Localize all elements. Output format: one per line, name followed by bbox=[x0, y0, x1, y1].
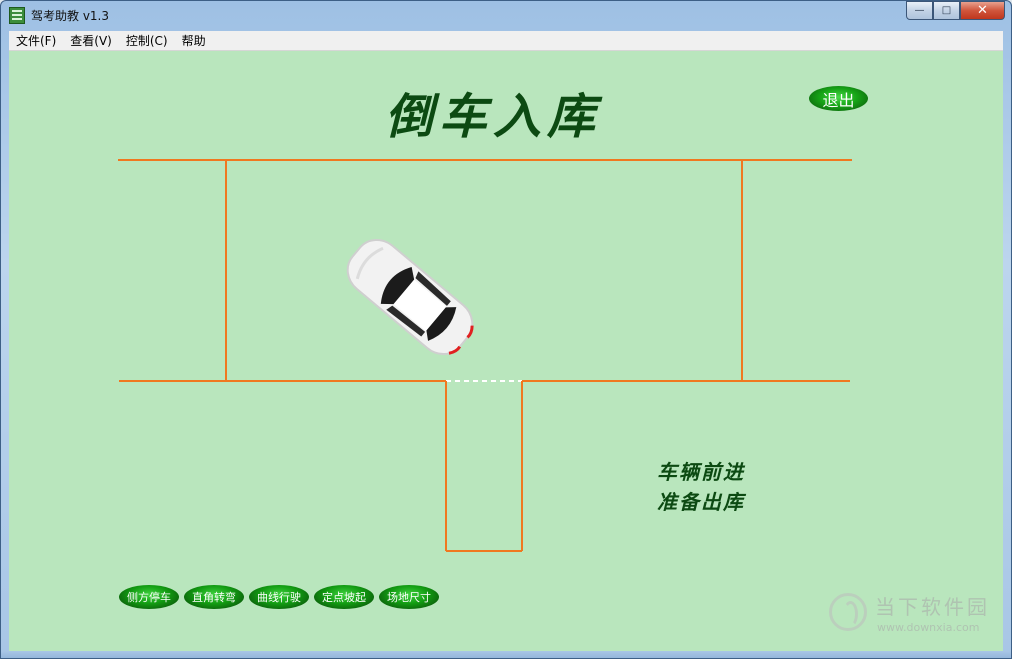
window-title: 驾考助教 v1.3 bbox=[31, 9, 110, 23]
window-controls: — □ ✕ bbox=[906, 1, 1005, 21]
menu-view[interactable]: 查看(V) bbox=[63, 31, 119, 50]
simulation-area: 倒车入库 退出 车辆前进 准备出库 侧方停车 直角转弯 曲线行驶 定点坡起 场地… bbox=[9, 51, 1003, 651]
menu-bar: 文件(F) 查看(V) 控制(C) 帮助 bbox=[9, 31, 1003, 51]
curve-driving-button[interactable]: 曲线行驶 bbox=[249, 585, 309, 609]
window-bottom-border bbox=[1, 651, 1011, 658]
status-hint: 车辆前进 准备出库 bbox=[657, 457, 745, 517]
title-bar[interactable]: 驾考助教 v1.3 — □ ✕ bbox=[1, 1, 1011, 29]
menu-help[interactable]: 帮助 bbox=[175, 31, 213, 50]
watermark-logo-icon bbox=[829, 593, 867, 631]
menu-file[interactable]: 文件(F) bbox=[9, 31, 63, 50]
maximize-button[interactable]: □ bbox=[933, 1, 960, 20]
page-title: 倒车入库 bbox=[385, 89, 602, 145]
app-icon bbox=[9, 7, 25, 24]
watermark-url: www.downxia.com bbox=[877, 621, 980, 634]
app-window: 驾考助教 v1.3 — □ ✕ 文件(F) 查看(V) 控制(C) 帮助 倒车入… bbox=[0, 0, 1012, 659]
minimize-button[interactable]: — bbox=[906, 1, 933, 20]
side-parking-button[interactable]: 侧方停车 bbox=[119, 585, 179, 609]
close-button[interactable]: ✕ bbox=[960, 1, 1005, 20]
right-angle-turn-button[interactable]: 直角转弯 bbox=[184, 585, 244, 609]
exit-button[interactable]: 退出 bbox=[809, 86, 868, 111]
hill-start-button[interactable]: 定点坡起 bbox=[314, 585, 374, 609]
hint-line-2: 准备出库 bbox=[657, 490, 745, 514]
menu-control[interactable]: 控制(C) bbox=[119, 31, 175, 50]
hint-line-1: 车辆前进 bbox=[657, 460, 745, 484]
watermark-title: 当下软件园 bbox=[875, 595, 990, 619]
exercise-nav: 侧方停车 直角转弯 曲线行驶 定点坡起 场地尺寸 bbox=[119, 585, 439, 609]
watermark: 当下软件园 www.downxia.com bbox=[827, 589, 997, 639]
field-size-button[interactable]: 场地尺寸 bbox=[379, 585, 439, 609]
car-top-view bbox=[346, 238, 474, 356]
